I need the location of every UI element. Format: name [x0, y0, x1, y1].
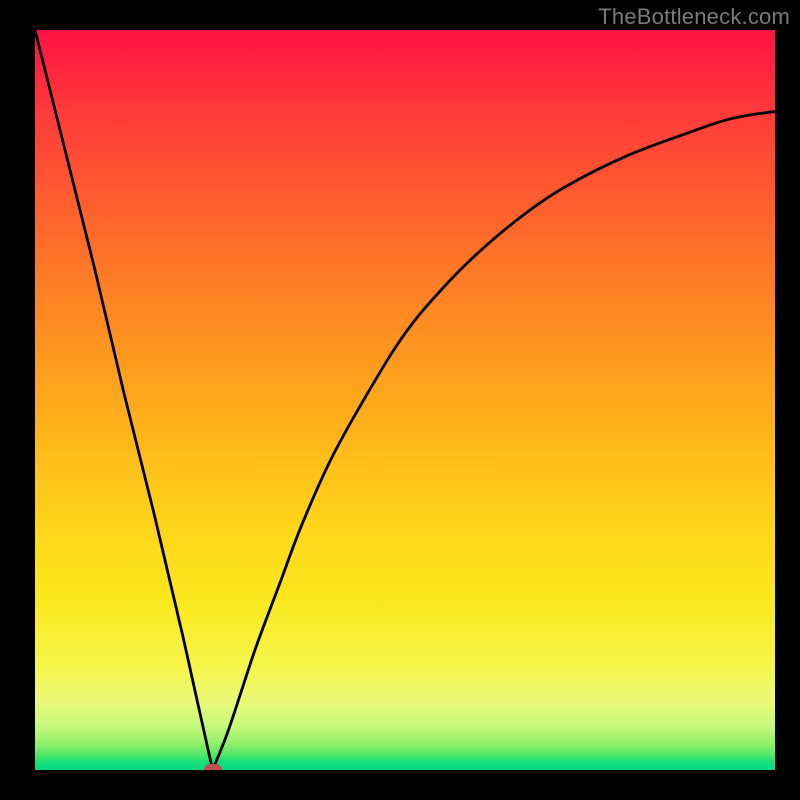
bottleneck-curve — [35, 30, 775, 770]
plot-area — [35, 30, 775, 770]
watermark-text: TheBottleneck.com — [598, 4, 790, 30]
optimal-point-marker — [204, 764, 222, 770]
chart-frame: TheBottleneck.com — [0, 0, 800, 800]
